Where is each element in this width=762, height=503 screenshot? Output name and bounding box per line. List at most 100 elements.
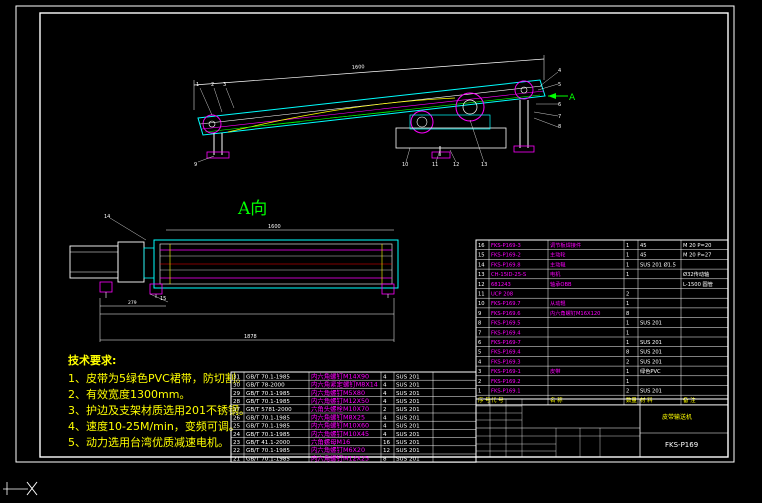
tech-req-1: 1、皮带为5绿色PVC裙带，防切割。: [68, 371, 247, 385]
bom-left-cell-qty: 4: [383, 415, 387, 421]
bom-right-cell-mat: 45: [640, 253, 647, 259]
bom-right-cell-no: 1: [478, 389, 481, 395]
bom-right-cell-qty: 1: [626, 369, 629, 375]
bom-left-cell-mat: SUS 201: [396, 399, 420, 405]
bom-left-cell-qty: 4: [383, 391, 387, 397]
bom-left-cell-no: 31: [233, 374, 241, 380]
bom-left-cell-mat: SUS 201: [396, 448, 420, 454]
bom-left-cell-no: 23: [233, 440, 241, 446]
bom-left-cell-mat: SUS 201: [396, 407, 420, 413]
bom-left-cell-code: GB/T 70.1-1985: [246, 456, 290, 462]
bom-left-cell-no: 29: [233, 391, 241, 397]
bom-left-cell-mat: SUS 201: [396, 374, 420, 380]
title-block: 皮带输送机 FKS-P169: [475, 398, 729, 458]
bom-right-cell-note: L-1500 圆管: [683, 280, 713, 288]
bom-right-cell-code: FKS-P169-2: [491, 253, 521, 259]
bom-right-header-code: 代 号: [491, 396, 504, 404]
bom-right-cell-qty: 2: [626, 359, 629, 365]
bom-right-header-mat: 材 料: [640, 396, 653, 404]
bom-left-cell-name: 内六角螺钉M10X45: [311, 429, 369, 438]
bom-right-table: 16 FKS-P169-3 调节板焊接件 1 45 M 20 P=2015 FKS-P169…: [475, 239, 729, 406]
top-length-dim: 1600: [352, 64, 365, 71]
bom-right-cell-code: FKS-P169.1: [491, 389, 521, 395]
bom-left-cell-no: 22: [233, 448, 240, 454]
bom-right-cell-code: FKS-P169.2: [491, 379, 521, 385]
bom-right-cell-no: 12: [478, 282, 485, 288]
bom-right-cell-mat: SUS 201: [640, 389, 662, 395]
bom-right-cell-no: 13: [478, 272, 485, 278]
bom-right-cell-qty: 1: [626, 262, 629, 268]
bom-right-cell-code: FKS-P169.7: [491, 301, 521, 307]
bom-right-cell-code: FKS-P169.3: [491, 359, 521, 365]
callout-9: 9: [194, 162, 197, 168]
callout-5: 5: [558, 82, 561, 88]
a-view: 1600 279 1878 14 15: [69, 214, 399, 342]
cad-viewport[interactable]: 1600 A 1 2 3 4 5 6 7 8 9 10 11 12 13 A向 …: [0, 0, 762, 503]
bom-right-cell-note: M 20 P=20: [683, 243, 711, 249]
bom-right-cell-mat: 45: [640, 243, 647, 249]
bom-left-cell-name: 内六角螺钉M6X20: [311, 445, 365, 454]
callout-2: 2: [211, 82, 214, 88]
bom-right-cell-name: 调节板焊接件: [550, 241, 581, 249]
bom-right-cell-note: Ø32传动轴: [683, 270, 709, 278]
callout-8: 8: [558, 124, 561, 130]
callout-15: 15: [160, 296, 166, 302]
bom-right-cell-name: 从动辊: [550, 299, 566, 307]
bom-right-cell-qty: 2: [626, 292, 629, 298]
bom-left-cell-qty: 2: [383, 407, 387, 413]
bom-left-cell-mat: SUS 201: [396, 440, 420, 446]
bom-right-cell-qty: 1: [626, 321, 629, 327]
a-view-top-dim: 1600: [268, 224, 281, 230]
bom-right-cell-no: 3: [478, 369, 481, 375]
bom-right-cell-code: FKS-P169-1: [491, 369, 521, 375]
bom-right-header-qty: 数量: [626, 396, 637, 404]
callout-14: 14: [104, 214, 110, 220]
bom-left-cell-code: GB/T 70.1-1985: [246, 374, 290, 380]
bom-right-cell-no: 2: [478, 379, 481, 385]
bom-left-cell-mat: SUS 201: [396, 383, 420, 389]
bom-right-cell-name: 皮带: [550, 367, 560, 375]
bom-left-cell-name: 内六角螺钉M14X90: [311, 371, 369, 380]
bom-left-cell-code: GB/T 41.1-2000: [246, 440, 290, 446]
callout-10: 10: [402, 162, 408, 168]
bom-right-cell-code: FKS-P169.4: [491, 350, 521, 356]
bom-left-cell-code: GB/T 70.1-1985: [246, 391, 290, 397]
bom-left-cell-mat: SUS 201: [396, 415, 420, 421]
bom-right-cell-name: 轴承OBB: [550, 280, 572, 288]
drawing-name: 皮带输送机: [662, 413, 692, 421]
bom-right-header-note: 备 注: [683, 396, 696, 404]
bom-right-cell-mat: SUS 201: [640, 350, 662, 356]
bom-right-cell-code: FKS-P169.5: [491, 321, 521, 327]
bom-right-cell-code: FKS-P169-3: [491, 243, 521, 249]
bom-left-cell-mat: SUS 201: [396, 424, 420, 430]
a-view-total-dim: 1878: [244, 334, 257, 340]
callout-1: 1: [196, 82, 199, 88]
bom-right-cell-qty: 1: [626, 253, 629, 259]
drawing-number: FKS-P169: [665, 441, 698, 449]
bom-right-cell-no: 15: [478, 253, 485, 259]
side-view-callouts: 1 2 3 4 5 6 7 8 9 10 11 12 13: [194, 68, 561, 168]
bom-right-cell-code: UCP 208: [491, 292, 513, 298]
bom-left-cell-code: GB/T 70.1-1985: [246, 415, 290, 421]
bom-left-cell-qty: 8: [383, 456, 387, 462]
bom-left-cell-qty: 12: [383, 448, 390, 454]
a-view-title: A向: [237, 199, 267, 219]
bom-left-cell-no: 30: [233, 383, 241, 389]
bom-right-cell-no: 14: [478, 262, 485, 268]
bom-right-cell-qty: 1: [626, 340, 629, 346]
callout-3: 3: [223, 82, 226, 88]
bom-right-cell-no: 7: [478, 330, 481, 336]
bom-left-cell-no: 25: [233, 424, 241, 430]
bom-right-cell-mat: SUS 201: [640, 321, 662, 327]
bom-left-cell-mat: SUS 201: [396, 391, 420, 397]
callout-11: 11: [432, 162, 438, 168]
bom-left-cell-qty: 4: [383, 399, 387, 405]
bom-right-cell-name: 电机: [550, 270, 561, 278]
bom-right-cell-no: 5: [478, 350, 481, 356]
bom-left-cell-qty: 4: [383, 424, 387, 430]
callout-A: A: [569, 93, 576, 103]
bom-right-cell-mat: SUS 201 Ø1.5: [640, 261, 676, 268]
bom-left-cell-code: GB/T 70.1-1985: [246, 448, 290, 454]
callout-4: 4: [558, 68, 561, 74]
bom-right-cell-qty: 1: [626, 272, 629, 278]
